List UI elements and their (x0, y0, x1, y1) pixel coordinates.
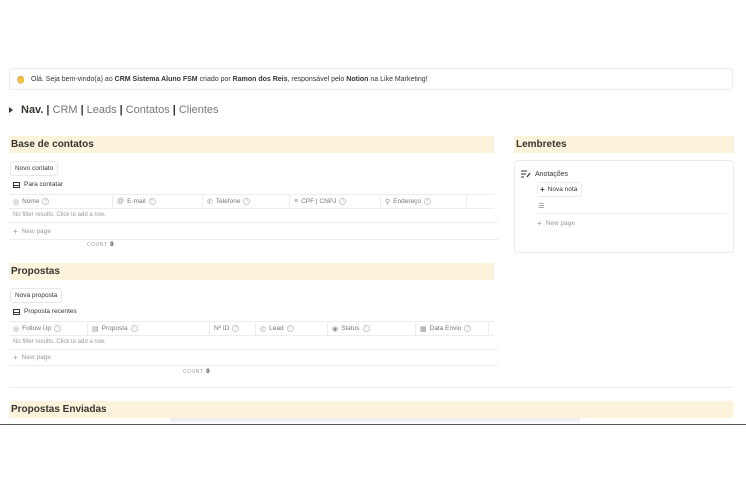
table-header-propostas: ◎ Follow Up i ▤ Proposta i Nº ID i ◴ Lead i ◉ St… (9, 321, 494, 336)
nav-toggle[interactable]: Nav. | CRM | Leads | Contatos | Clientes (9, 104, 219, 116)
nav-link-contatos[interactable]: Contatos (126, 104, 170, 116)
calendar-icon: ▦ (420, 325, 427, 333)
location-pin-icon: ⚲ (385, 198, 391, 206)
plus-icon: + (537, 218, 542, 228)
column-nome[interactable]: ◎ Nome i (9, 195, 113, 208)
table-icon (13, 181, 20, 188)
follow-up-icon: ◎ (13, 325, 20, 333)
column-more[interactable]: ◔ (489, 322, 494, 335)
column-status[interactable]: ◉ Status i (328, 322, 416, 335)
document-icon: ▤ (92, 325, 99, 333)
welcome-callout: Olá. Seja bem-vindo(a) ao CRM Sistema Al… (9, 68, 733, 90)
anotacoes-list-title[interactable]: Anotações (521, 170, 568, 178)
count-contatos: COUNT 0 (87, 242, 115, 248)
new-page-button-propostas[interactable]: + New page (9, 349, 498, 366)
waving-hand-icon (17, 74, 24, 84)
text-icon: ◎ (13, 198, 20, 206)
status-icon: ◉ (332, 325, 339, 333)
new-page-button-contatos[interactable]: + New page (9, 223, 498, 240)
callout-text: Olá. Seja bem-vindo(a) ao CRM Sistema Al… (31, 75, 428, 83)
toggle-triangle-icon[interactable] (9, 107, 13, 113)
plus-icon: + (13, 352, 18, 362)
column-cpf-cnpj[interactable]: ≡ CPF | CNPJ i (290, 195, 381, 208)
nav-link-leads[interactable]: Leads (87, 104, 117, 116)
table-icon (13, 308, 20, 315)
empty-results-contatos[interactable]: No filter results. Click to add a row. (9, 208, 498, 223)
clock-icon: ◔ (493, 325, 494, 332)
relation-icon: ◴ (260, 325, 267, 333)
nav-label: Nav. (21, 104, 44, 116)
count-propostas: COUNT 0 (183, 369, 211, 375)
view-tab-para-contatar[interactable]: Para contatar (13, 181, 63, 188)
phone-icon: ✆ (207, 198, 213, 206)
section-header-propostas-enviadas: Propostas Enviadas (9, 401, 733, 418)
text-lines-icon: ≡ (294, 198, 299, 205)
column-proposta[interactable]: ▤ Proposta i (88, 322, 210, 335)
plus-icon: + (13, 226, 18, 236)
nav-link-crm[interactable]: CRM (53, 104, 78, 116)
column-numero-id[interactable]: Nº ID i (210, 322, 256, 335)
list-view-icon[interactable]: ☰ (538, 202, 544, 210)
divider (9, 387, 733, 388)
empty-results-propostas[interactable]: No filter results. Click to add a row. (9, 335, 498, 350)
view-tab-proposta-recentes[interactable]: Proposta recentes (13, 308, 77, 315)
section-header-propostas: Propostas (9, 263, 494, 280)
column-data-envio[interactable]: ▦ Data Envio i (416, 322, 489, 335)
plus-icon: + (540, 185, 545, 194)
nav-link-clientes[interactable]: Clientes (179, 104, 219, 116)
column-endereco[interactable]: ⚲ Endereço i (381, 195, 467, 208)
column-telefone[interactable]: ✆ Telefone i (203, 195, 290, 208)
section-header-contatos: Base de contatos (9, 136, 494, 153)
section-header-lembretes: Lembretes (514, 136, 734, 153)
novo-contato-button[interactable]: Novo contato (10, 161, 59, 176)
column-email[interactable]: @ E-mail i (113, 195, 203, 208)
nova-nota-button[interactable]: + Nova nota (537, 182, 583, 197)
table-header-contatos: ◎ Nome i @ E-mail i ✆ Telefone i ≡ CPF | CNPJ i … (9, 194, 494, 209)
column-follow-up[interactable]: ◎ Follow Up i (9, 322, 88, 335)
screen-edge-line (0, 424, 746, 425)
list-divider (537, 213, 727, 214)
column-lead[interactable]: ◴ Lead i (256, 322, 328, 335)
at-icon: @ (117, 198, 125, 205)
list-edit-icon (521, 170, 531, 178)
new-page-button-lembretes[interactable]: + New page (537, 215, 717, 231)
nova-proposta-button[interactable]: Nova proposta (10, 288, 63, 303)
